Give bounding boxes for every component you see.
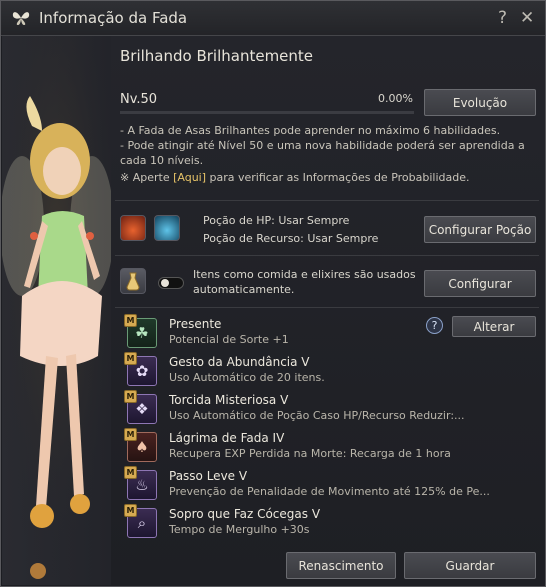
mastery-badge: M (124, 466, 137, 479)
ability-description: Tempo de Mergulho +30s (169, 523, 310, 536)
mastery-badge: M (124, 352, 137, 365)
probability-prefix: ※ Aperte (120, 171, 174, 184)
toggle-knob (161, 279, 169, 287)
exp-progress-bar (120, 111, 414, 114)
fairy-gesture-icon: ✿ M (124, 352, 157, 386)
elixir-icon (120, 268, 146, 294)
butterfly-icon (12, 12, 30, 25)
content-panel (111, 36, 545, 585)
footstep-icon: ♨ M (124, 466, 157, 500)
ability-name: Presente (169, 317, 222, 331)
resource-potion-setting: Poção de Recurso: Usar Sempre (203, 232, 379, 245)
hp-potion-setting: Poção de HP: Usar Sempre (203, 214, 350, 227)
mastery-badge: M (124, 504, 137, 517)
divider (115, 255, 539, 256)
configure-button[interactable]: Configurar (424, 270, 536, 297)
question-mark-icon[interactable]: ? (426, 317, 443, 334)
bubble-icon: ⌕ M (124, 504, 157, 538)
mastery-badge: M (124, 390, 137, 403)
question-mark-icon[interactable]: ? (498, 8, 514, 28)
description-line-1: - A Fada de Asas Brilhantes pode aprende… (120, 124, 501, 137)
auto-use-toggle[interactable] (158, 277, 184, 289)
flask-icon (126, 272, 140, 291)
description-line-3: cada 10 níveis. (120, 154, 204, 167)
description-line-2: - Pode atingir até Nível 50 e uma nova h… (120, 139, 525, 152)
hp-potion-icon (120, 215, 146, 241)
save-button[interactable]: Guardar (404, 552, 536, 579)
evolution-button[interactable]: Evolução (424, 89, 536, 116)
ability-name: Lágrima de Fada IV (169, 431, 285, 445)
change-button[interactable]: Alterar (452, 316, 536, 337)
ability-description: Potencial de Sorte +1 (169, 333, 289, 346)
ability-name: Torcida Misteriosa V (169, 393, 289, 407)
probability-note: ※ Aperte [Aqui] para verificar as Inform… (120, 171, 470, 185)
ability-name: Sopro que Faz Cócegas V (169, 507, 321, 521)
rebirth-button[interactable]: Renascimento (286, 552, 396, 579)
probability-link[interactable]: [Aqui] (173, 171, 206, 184)
resource-potion-icon (154, 215, 180, 241)
fairy-name: Brilhando Brilhantemente (120, 47, 314, 65)
ability-description: Uso Automático de Poção Caso HP/Recurso … (169, 409, 465, 422)
mastery-badge: M (124, 314, 137, 327)
title-bar[interactable]: Informação da Fada ? ✕ (1, 1, 545, 36)
ability-description: Uso Automático de 20 itens. (169, 371, 325, 384)
ability-description: Prevenção de Penalidade de Movimento até… (169, 485, 490, 498)
ability-description: Recupera EXP Perdida na Morte: Recarga d… (169, 447, 451, 460)
configure-potion-button[interactable]: Configurar Poção (424, 216, 536, 243)
tear-icon: ♠ M (124, 428, 157, 462)
close-icon[interactable]: ✕ (520, 8, 538, 28)
fairy-level: Nv.50 (120, 92, 158, 107)
consumables-text-2: automaticamente. (193, 283, 295, 296)
clover-icon: ☘ M (124, 314, 157, 348)
ability-name: Passo Leve V (169, 469, 248, 483)
consumables-text-1: Itens como comida e elixires são usados (193, 268, 416, 281)
divider (115, 200, 539, 201)
divider (115, 307, 539, 308)
fairy-illustration (2, 36, 111, 585)
mastery-badge: M (124, 428, 137, 441)
fairy-portrait (2, 36, 111, 585)
probability-suffix: para verificar as Informações de Probabi… (206, 171, 470, 184)
window-title: Informação da Fada (39, 9, 188, 27)
exp-percent: 0.00% (378, 92, 413, 105)
potion-swirl-icon: ❖ M (124, 390, 157, 424)
ability-name: Gesto da Abundância V (169, 355, 310, 369)
